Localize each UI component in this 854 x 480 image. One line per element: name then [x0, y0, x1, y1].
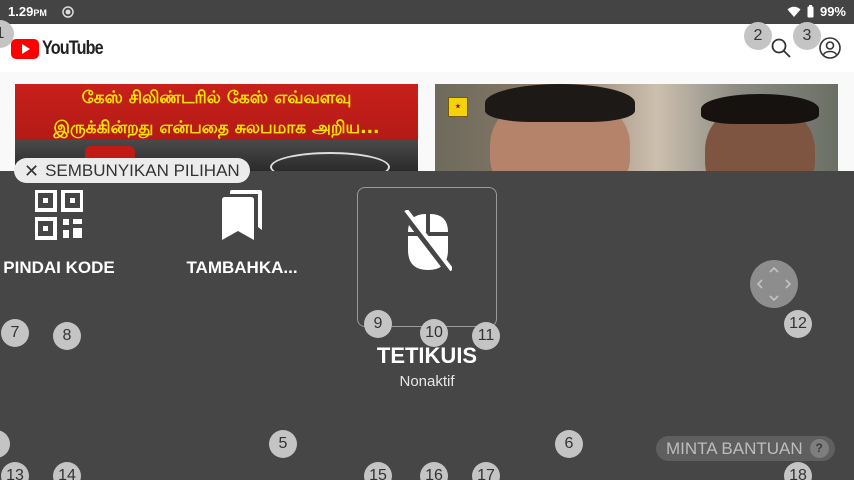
- scan-code-button[interactable]: PINDAI KODE: [0, 190, 118, 278]
- video-feed: கேஸ் சிலிண்டரில் கேஸ் எவ்வளவு இருக்கின்ற…: [0, 72, 854, 171]
- mouse-off-icon: [404, 210, 452, 274]
- mouse-status: Nonaktif: [399, 373, 455, 390]
- status-ampm: PM: [33, 8, 47, 18]
- marker-8: 8: [53, 322, 81, 350]
- marker-12: 12: [784, 310, 812, 338]
- video-thumbnail-2[interactable]: ★: [435, 84, 838, 171]
- move-arrows-icon: [756, 266, 792, 302]
- marker-5: 5: [269, 430, 297, 458]
- status-time: 1.29PM: [8, 4, 47, 19]
- status-right: 99%: [787, 4, 846, 19]
- youtube-play-icon: [11, 39, 39, 59]
- thumbnail-caption-line-1: கேஸ் சிலிண்டரில் கேஸ் எவ்வளவு: [81, 88, 352, 108]
- hide-options-label: SEMBUNYIKAN PILIHAN: [45, 160, 240, 180]
- marker-3: 3: [793, 22, 821, 50]
- dpad-control[interactable]: [750, 260, 798, 308]
- get-help-label: MINTA BANTUAN: [666, 438, 803, 458]
- marker-6: 6: [555, 430, 583, 458]
- bookmarks-icon: [222, 190, 262, 240]
- account-icon[interactable]: [818, 36, 842, 60]
- thumbnail-caption-line-2: இருக்கின்றது என்பதை சுலபமாக அறிய...: [53, 118, 380, 138]
- search-icon[interactable]: [770, 37, 792, 59]
- marker-11: 11: [472, 322, 500, 350]
- wifi-icon: [787, 6, 801, 17]
- status-bar: 1.29PM 99%: [0, 0, 854, 24]
- hide-options-button[interactable]: ✕ SEMBUNYIKAN PILIHAN: [14, 158, 250, 183]
- help-icon: ?: [809, 439, 829, 458]
- youtube-logo[interactable]: YouTube: [11, 38, 113, 60]
- mouse-toggle-button[interactable]: [357, 187, 497, 327]
- youtube-header: YouTube: [0, 24, 854, 72]
- qr-code-icon: [35, 190, 83, 240]
- battery-percent: 99%: [819, 4, 846, 19]
- get-help-button[interactable]: MINTA BANTUAN ?: [656, 436, 835, 461]
- notification-icon: [62, 6, 74, 18]
- close-icon: ✕: [24, 160, 40, 181]
- youtube-logo-text: YouTube: [42, 38, 104, 59]
- marker-2: 2: [744, 22, 772, 50]
- scan-code-label: PINDAI KODE: [3, 258, 115, 277]
- thumbnail-person-1-hair: [485, 84, 635, 122]
- marker-9: 9: [364, 310, 392, 338]
- add-bookmark-button[interactable]: TAMBAHKA...: [180, 190, 304, 278]
- add-bookmark-label: TAMBAHKA...: [186, 258, 298, 277]
- channel-badge-icon: ★: [448, 97, 468, 117]
- marker-7: 7: [1, 319, 29, 347]
- thumbnail-person-2-hair: [701, 94, 819, 124]
- marker-10: 10: [420, 319, 448, 347]
- mouse-title: TETIKUIS: [376, 343, 478, 368]
- battery-icon: [807, 5, 814, 18]
